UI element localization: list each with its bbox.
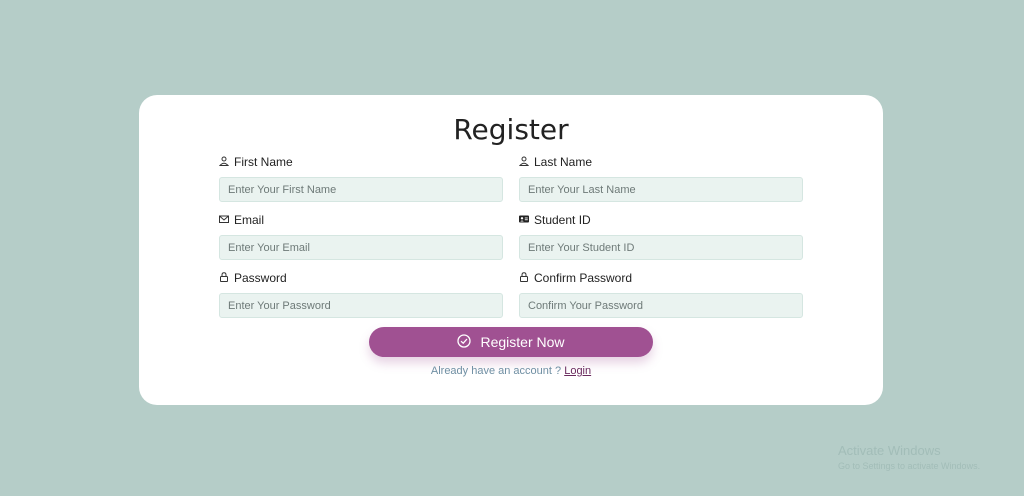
envelope-icon: [219, 213, 229, 227]
student-id-label: Student ID: [534, 213, 591, 227]
password-input[interactable]: [219, 293, 503, 318]
confirm-password-label: Confirm Password: [534, 271, 633, 285]
register-card: Register First Name Last Name Email: [139, 95, 883, 405]
last-name-field-group: Last Name: [518, 155, 803, 202]
watermark-title: Activate Windows: [838, 443, 941, 458]
confirm-password-input[interactable]: [519, 293, 803, 318]
id-card-icon: [519, 213, 529, 227]
password-field-group: Password: [219, 271, 503, 318]
lock-icon: [519, 271, 529, 285]
password-label: Password: [234, 271, 287, 285]
login-prompt-text: Already have an account ?: [430, 365, 562, 377]
watermark-subtitle: Go to Settings to activate Windows.: [838, 461, 981, 471]
activate-windows-watermark: Activate Windows Go to Settings to activ…: [838, 443, 980, 471]
first-name-input[interactable]: [219, 177, 503, 202]
lock-icon: [219, 271, 229, 285]
register-now-label: Register Now: [480, 334, 565, 350]
confirm-password-field-group: Confirm Password: [519, 271, 803, 318]
last-name-label: Last Name: [534, 155, 593, 169]
login-link[interactable]: Login: [564, 365, 591, 377]
page-title: Register: [453, 113, 569, 146]
email-field-group: Email: [219, 213, 503, 260]
student-id-input[interactable]: [519, 235, 803, 260]
first-name-field-group: First Name: [218, 155, 503, 202]
student-id-field-group: Student ID: [519, 213, 803, 260]
login-prompt: Already have an account ? Login: [139, 365, 883, 377]
first-name-label: First Name: [234, 155, 293, 169]
last-name-input[interactable]: [519, 177, 803, 202]
email-input[interactable]: [219, 235, 503, 260]
person-icon: [518, 155, 530, 169]
check-circle-icon: [457, 333, 472, 351]
person-icon: [218, 155, 230, 169]
register-now-button[interactable]: Register Now: [369, 327, 653, 357]
email-label: Email: [234, 213, 265, 227]
